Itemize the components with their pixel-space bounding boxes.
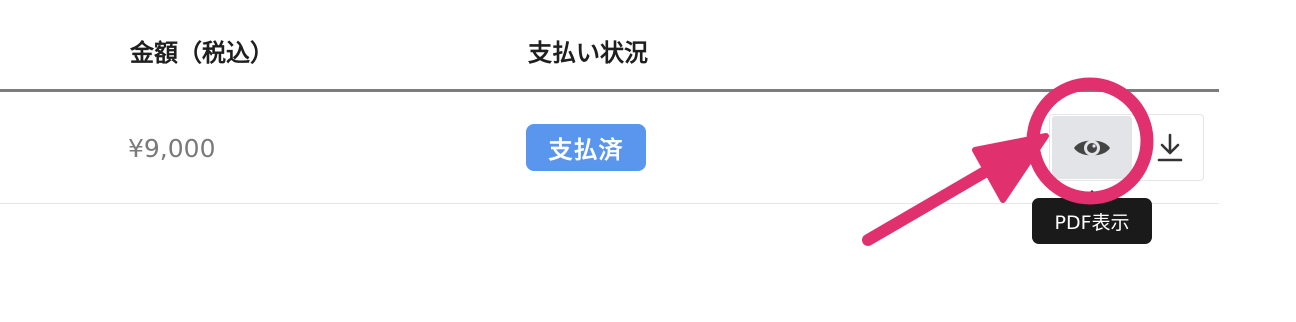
download-pdf-button[interactable] [1138,116,1202,179]
tooltip-arrow [1084,190,1100,198]
invoice-table: 金額（税込） 支払い状況 ¥9,000 支払済 PDF表示 [0,0,1296,322]
eye-icon [1074,139,1110,156]
view-pdf-button[interactable] [1052,116,1132,179]
column-header-amount: 金額（税込） [130,39,274,67]
download-icon [1157,133,1183,161]
amount-cell: ¥9,000 [128,134,216,163]
column-header-status: 支払い状況 [528,39,648,67]
status-badge: 支払済 [526,124,646,171]
pointer-arrow-icon [862,133,1049,246]
header-divider [0,89,1219,92]
tooltip-pdf-view: PDF表示 [1032,198,1152,244]
